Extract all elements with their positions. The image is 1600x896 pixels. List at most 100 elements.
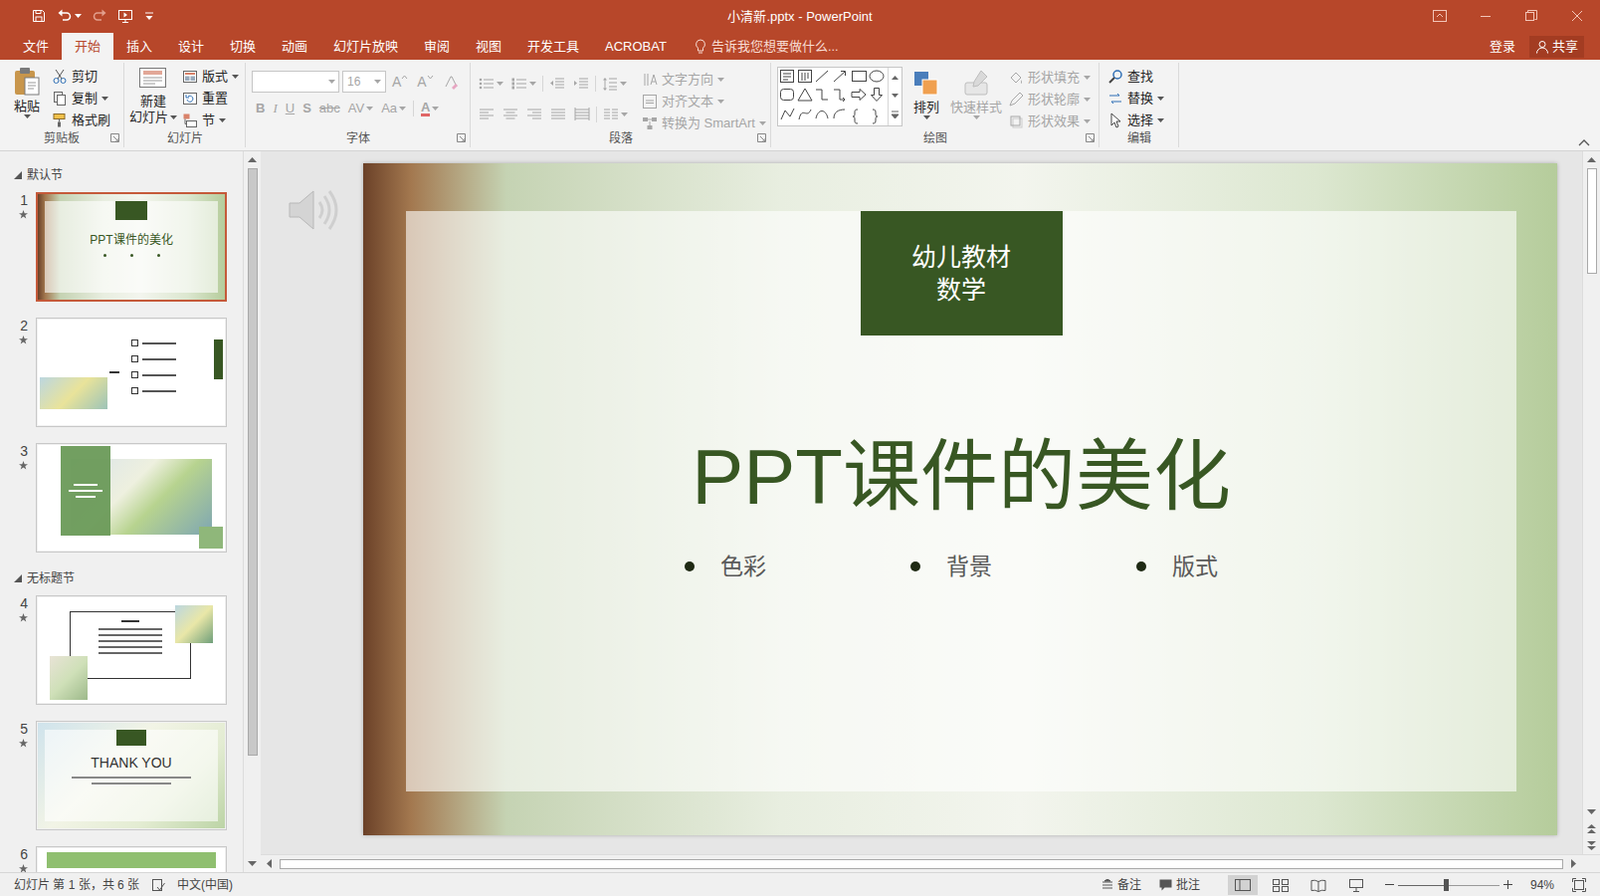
- align-text-button[interactable]: 对齐文本: [641, 90, 767, 113]
- share-label[interactable]: 共享: [1552, 36, 1579, 57]
- format-button[interactable]: AV: [344, 97, 378, 120]
- ribbon-tab[interactable]: 文件: [9, 32, 62, 60]
- arrange-label[interactable]: 排列: [913, 98, 940, 116]
- minimize-button[interactable]: [1462, 0, 1509, 31]
- quick-access-button[interactable]: [25, 3, 52, 28]
- vertical-scrollbar[interactable]: [1582, 151, 1600, 854]
- ribbon-tab[interactable]: 视图: [462, 32, 515, 60]
- format-button[interactable]: Aa: [377, 97, 410, 120]
- previous-slide-button[interactable]: [1587, 819, 1597, 837]
- scrollbar-thumb[interactable]: [247, 168, 258, 756]
- thumbnail-scrollbar[interactable]: [242, 151, 261, 872]
- launcher[interactable]: [456, 133, 466, 143]
- copy-button[interactable]: 复制: [51, 87, 111, 110]
- slide-thumbnail[interactable]: [35, 595, 227, 705]
- tab-label[interactable]: 文件: [22, 36, 49, 57]
- font-size-box[interactable]: 16: [342, 70, 387, 93]
- format-button[interactable]: U: [281, 97, 299, 120]
- replace-button[interactable]: 替换: [1107, 87, 1165, 110]
- ribbon-tab[interactable]: ACROBAT: [592, 32, 680, 60]
- tab-label[interactable]: 设计: [178, 36, 204, 57]
- bullet-text[interactable]: 背景: [946, 550, 993, 583]
- zoom-thumb[interactable]: [1443, 878, 1449, 891]
- slide-thumbnail-row[interactable]: 5THANK YOU: [0, 720, 243, 830]
- launcher[interactable]: [1085, 133, 1095, 143]
- slide-thumbnail[interactable]: PPT课件的美化: [35, 192, 227, 302]
- tab-label[interactable]: 开始: [74, 36, 101, 57]
- slide-canvas[interactable]: 幼儿教材数学PPT课件的美化色彩背景版式: [260, 151, 1583, 854]
- tab-label[interactable]: ACROBAT: [604, 36, 667, 57]
- clear-format-button[interactable]: [439, 73, 462, 90]
- bullet-text[interactable]: 版式: [1172, 550, 1218, 583]
- font-size-button-label[interactable]: A: [416, 72, 426, 91]
- shape-fill-button-label[interactable]: 形状填充: [1027, 67, 1080, 88]
- slide-thumbnail[interactable]: [35, 317, 227, 427]
- ribbon-tab[interactable]: 插入: [113, 32, 166, 60]
- shape-fill-button[interactable]: 形状填充: [1007, 66, 1091, 89]
- ribbon-tab[interactable]: 开始: [61, 32, 114, 60]
- ribbon-tab[interactable]: 切换: [216, 32, 269, 60]
- launcher[interactable]: [110, 133, 120, 143]
- tab-label[interactable]: 开发工具: [527, 36, 580, 57]
- format-button-label[interactable]: B: [255, 98, 265, 119]
- restore-button[interactable]: [1508, 0, 1555, 31]
- slide[interactable]: 幼儿教材数学PPT课件的美化色彩背景版式: [363, 163, 1558, 835]
- format-button[interactable]: S: [298, 97, 316, 120]
- shape-outline-button[interactable]: 形状轮廓: [1007, 88, 1091, 111]
- align-text-button-label[interactable]: 对齐文本: [661, 91, 714, 112]
- align-right-button[interactable]: [522, 103, 547, 126]
- format-button-label[interactable]: A: [420, 100, 430, 117]
- quick-access-button[interactable]: [86, 3, 113, 28]
- format-button[interactable]: B: [251, 97, 269, 120]
- fit-slide-button[interactable]: [1572, 877, 1587, 892]
- copy-button-label[interactable]: 复制: [71, 88, 98, 109]
- ribbon-tab[interactable]: 幻灯片放映: [320, 32, 411, 60]
- collapse-ribbon-button[interactable]: [1578, 138, 1591, 147]
- zoom-in-button[interactable]: [1503, 879, 1513, 889]
- launcher[interactable]: [757, 133, 767, 143]
- text-direction-button-label[interactable]: 文字方向: [661, 69, 714, 90]
- format-button-label[interactable]: I: [272, 98, 277, 119]
- distribute-button[interactable]: [570, 103, 595, 126]
- language[interactable]: 中文(中国): [177, 875, 233, 894]
- format-painter-button-label[interactable]: 格式刷: [71, 110, 111, 131]
- badge-line[interactable]: 数学: [936, 273, 987, 307]
- section-toggle[interactable]: [13, 574, 22, 583]
- badge-line[interactable]: 幼儿教材: [911, 240, 1011, 274]
- cut-button[interactable]: 剪切: [51, 65, 111, 88]
- section-title[interactable]: 默认节: [26, 166, 63, 185]
- find-button[interactable]: 查找: [1107, 65, 1165, 88]
- columns-button[interactable]: [599, 103, 632, 126]
- slide-thumbnail-row[interactable]: 1PPT课件的美化: [0, 192, 243, 302]
- zoom-slider[interactable]: [1398, 878, 1500, 891]
- format-button-label[interactable]: abc: [319, 98, 341, 119]
- ribbon-tab[interactable]: 审阅: [410, 32, 463, 60]
- sign-in-link[interactable]: 登录: [1489, 36, 1516, 57]
- scrollbar-thumb[interactable]: [279, 858, 1564, 869]
- zoom-out-button[interactable]: [1385, 879, 1395, 889]
- slide-thumbnail[interactable]: [35, 442, 227, 553]
- justify-button[interactable]: [546, 103, 571, 126]
- view-button[interactable]: [1227, 874, 1258, 895]
- format-button-label[interactable]: Aa: [381, 98, 398, 119]
- notes-button[interactable]: 备注: [1095, 875, 1148, 894]
- line-spacing-button[interactable]: [598, 72, 631, 95]
- slide-thumbnail-row[interactable]: 2: [0, 317, 243, 427]
- section-button[interactable]: 节: [182, 109, 239, 132]
- section-toggle[interactable]: [13, 171, 22, 180]
- ribbon-tab[interactable]: 开发工具: [514, 32, 593, 60]
- bullets-button[interactable]: [474, 72, 508, 95]
- paste-button[interactable]: 粘贴: [7, 65, 46, 119]
- new-slide-label[interactable]: 新建: [140, 93, 167, 110]
- format-button[interactable]: abc: [315, 97, 345, 120]
- tell-me-placeholder[interactable]: 告诉我您想要做什么...: [711, 36, 839, 57]
- quick-access-button[interactable]: [138, 3, 161, 28]
- quick-access-button[interactable]: [112, 3, 139, 28]
- section-header[interactable]: 默认节: [0, 165, 243, 186]
- format-button-label[interactable]: U: [285, 98, 295, 119]
- select-button-label[interactable]: 选择: [1127, 110, 1154, 131]
- shape-effects-button[interactable]: 形状效果: [1007, 110, 1091, 133]
- bullet-item[interactable]: 色彩: [684, 550, 911, 583]
- format-button[interactable]: A: [416, 97, 443, 120]
- slide-thumbnail-row[interactable]: 3: [0, 442, 243, 553]
